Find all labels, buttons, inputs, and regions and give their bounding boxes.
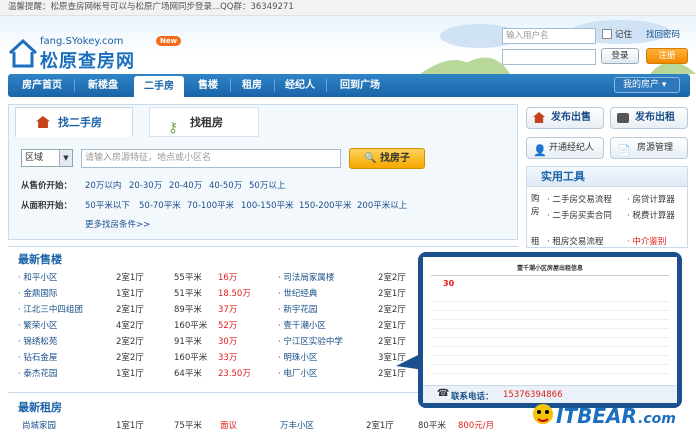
- search-input[interactable]: 请输入房源特征，地点或小区名: [81, 149, 341, 168]
- price-label: 从售价开始：: [21, 181, 73, 191]
- area-filter[interactable]: 50平米以下: [85, 199, 130, 211]
- forgot-password-link[interactable]: 找回密码: [646, 28, 680, 40]
- nav-second-hand[interactable]: 二手房: [134, 76, 184, 97]
- rent-category: 租: [531, 237, 540, 247]
- price-filter[interactable]: 50万以上: [249, 179, 285, 191]
- remember-label: 记住: [615, 30, 633, 40]
- document-icon: 📄: [617, 144, 631, 157]
- mascot-icon: [533, 404, 553, 424]
- publish-rent-button[interactable]: 发布出租: [610, 107, 688, 129]
- price-filter[interactable]: 20万以内: [85, 179, 121, 191]
- popup-title: 壹千潮小区房屋出租信息: [516, 265, 583, 272]
- open-agent-button[interactable]: 👤 开通经纪人: [526, 137, 604, 159]
- region-select[interactable]: 区域 ▼: [21, 149, 73, 167]
- logo-url: fang.SYokey.com: [40, 36, 124, 47]
- watermark: ITBEAR .com: [530, 398, 696, 433]
- tool-link[interactable]: · 租房交易流程: [547, 235, 603, 247]
- rent-title: 最新租房: [18, 401, 62, 414]
- tool-link[interactable]: · 税费计算器: [627, 209, 675, 221]
- tools-title: 实用工具: [527, 167, 687, 187]
- register-button[interactable]: 注册: [646, 48, 688, 64]
- main-nav: 房产首页 新楼盘 二手房 售楼 租房 经纪人 回到广场 我的房产 ▾: [8, 74, 690, 97]
- watermark-domain: .com: [638, 411, 676, 427]
- price-filter[interactable]: 20-40万: [169, 179, 202, 191]
- popup-price: 30: [443, 279, 455, 288]
- watermark-text: ITBEAR: [556, 404, 637, 428]
- key-icon: ⚷: [168, 120, 179, 136]
- tool-link[interactable]: · 中介鉴别: [627, 235, 666, 247]
- sky-decoration: [420, 20, 696, 74]
- area-filter[interactable]: 200平米以上: [357, 199, 407, 211]
- new-badge: New: [156, 36, 182, 46]
- manage-listings-button[interactable]: 📄 房源管理: [610, 137, 688, 159]
- area-label: 从面积开始：: [21, 201, 73, 211]
- login-button[interactable]: 登录: [601, 48, 639, 64]
- area-filter[interactable]: 150-200平米: [299, 199, 352, 211]
- my-property-dropdown[interactable]: 我的房产 ▾: [614, 77, 680, 93]
- nav-agent[interactable]: 经纪人: [278, 74, 322, 97]
- search-icon: 🔍: [364, 153, 377, 164]
- search-panel: 找二手房 ⚷ 找租房 区域 ▼ 请输入房源特征，地点或小区名 🔍 找房子 从售价开…: [8, 104, 518, 240]
- more-conditions-link[interactable]: 更多找房条件>>: [85, 218, 150, 230]
- area-filter[interactable]: 70-100平米: [187, 199, 234, 211]
- price-filter[interactable]: 40-50万: [209, 179, 242, 191]
- chevron-down-icon: ▼: [59, 150, 72, 166]
- find-house-button[interactable]: 🔍 找房子: [349, 148, 425, 169]
- house-icon: [36, 116, 50, 128]
- price-filter[interactable]: 20-30万: [129, 179, 162, 191]
- document-icon: [617, 113, 629, 123]
- site-logo[interactable]: fang.SYokey.com 松原查房网 New: [8, 30, 182, 74]
- house-icon: [533, 112, 545, 123]
- nav-home[interactable]: 房产首页: [14, 74, 70, 97]
- tool-link[interactable]: · 二手房买卖合同: [547, 209, 612, 221]
- nav-back-square[interactable]: 回到广场: [330, 74, 390, 97]
- tab-rent[interactable]: ⚷ 找租房: [149, 107, 259, 137]
- area-filter[interactable]: 50-70平米: [139, 199, 181, 211]
- notice-bar: 温馨提醒：松原查房网帐号可以与松原广场网同步登录...QQ群：36349271: [0, 0, 696, 16]
- nav-sale[interactable]: 售楼: [188, 74, 228, 97]
- area-filter[interactable]: 100-150平米: [241, 199, 294, 211]
- sales-title: 最新售楼: [18, 253, 62, 266]
- person-icon: 👤: [533, 144, 547, 157]
- phone-icon: ☎: [437, 388, 450, 399]
- nav-rent[interactable]: 租房: [234, 74, 270, 97]
- publish-sale-button[interactable]: 发布出售: [526, 107, 604, 129]
- username-input[interactable]: 输入用户名: [502, 28, 596, 44]
- password-input[interactable]: [502, 49, 596, 65]
- nav-new-homes[interactable]: 新楼盘: [78, 74, 128, 97]
- tool-link[interactable]: · 房贷计算器: [627, 193, 675, 205]
- remember-checkbox[interactable]: [602, 29, 612, 39]
- logo-name: 松原查房网: [40, 51, 135, 72]
- popup-details: [431, 293, 669, 381]
- house-logo-icon: [8, 38, 38, 68]
- tool-link[interactable]: · 二手房交易流程: [547, 193, 612, 205]
- listing-preview-popup: 壹千潮小区房屋出租信息 30 ☎ 联系电话： 15376394866: [418, 252, 682, 408]
- tab-second-hand[interactable]: 找二手房: [15, 107, 133, 137]
- buy-category: 购房: [531, 194, 540, 217]
- tools-box: 实用工具 购房 租 · 二手房交易流程 · 房贷计算器 · 二手房买卖合同 · …: [526, 166, 688, 248]
- header: fang.SYokey.com 松原查房网 New 输入用户名 记住 找回密码 …: [0, 16, 696, 74]
